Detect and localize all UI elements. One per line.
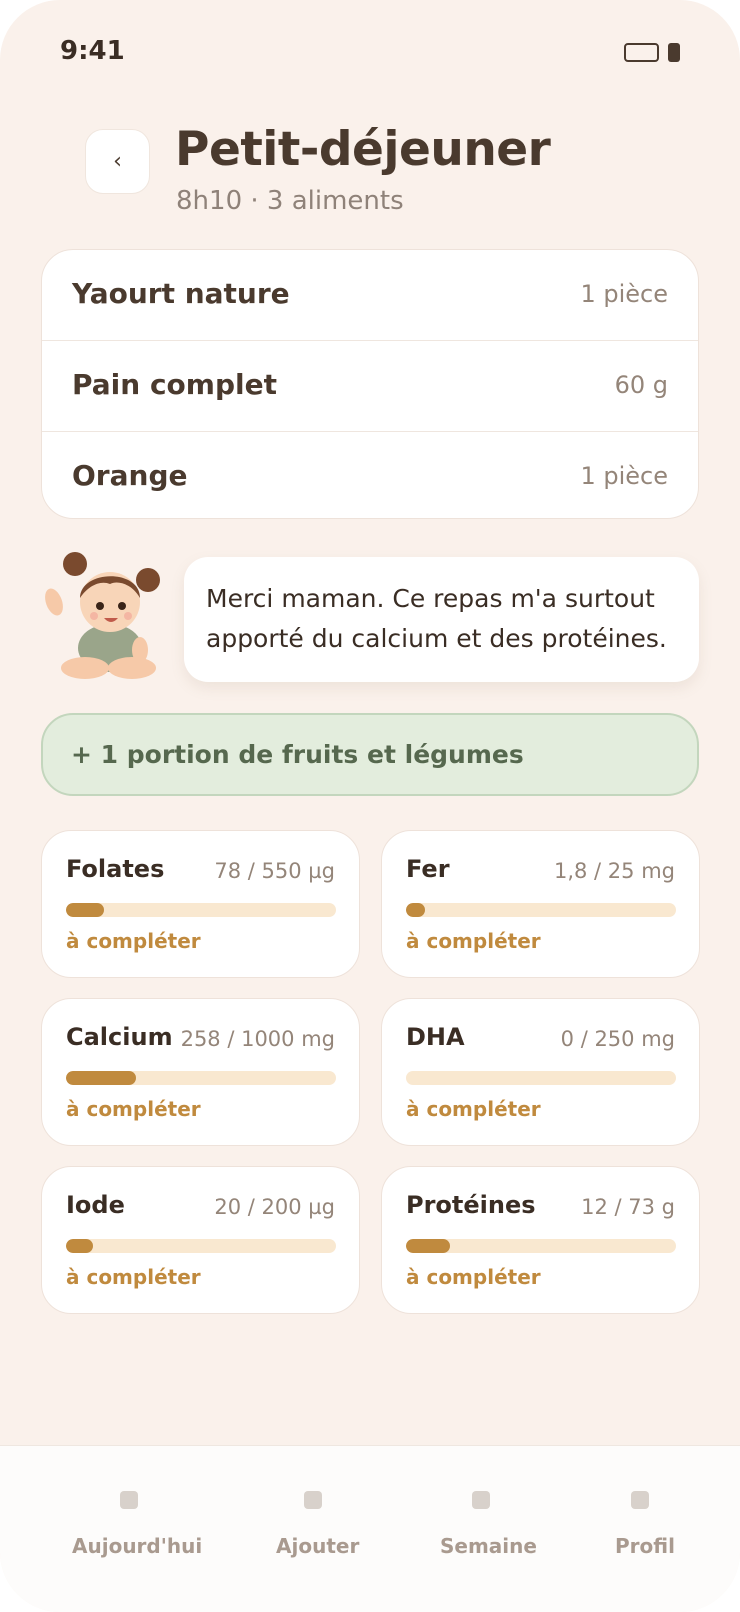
nutrient-progress-fill [66,1071,136,1085]
nav-today[interactable]: Aujourd'hui [60,1446,203,1612]
nutrient-status: à compléter [66,1097,201,1121]
nutrient-card-iode[interactable]: Iode 20 / 200 µg à compléter [41,1166,360,1314]
status-bar: 9:41 [0,0,740,100]
nutrient-progress-bar [66,1239,336,1253]
nutrient-progress-bar [406,903,676,917]
nutrient-value: 12 / 73 g [581,1195,675,1219]
nutrient-name: Protéines [406,1191,536,1219]
nutrient-name: Calcium [66,1023,173,1051]
nutrient-status: à compléter [406,1265,541,1289]
food-name: Orange [72,459,188,492]
nutrient-progress-bar [66,903,336,917]
nutrient-progress-fill [66,1239,93,1253]
back-button[interactable]: ‹ [85,129,150,194]
nutrient-value: 20 / 200 µg [214,1195,335,1219]
nav-label: Ajouter [276,1534,360,1558]
nutrient-status: à compléter [66,929,201,953]
food-item[interactable]: Orange 1 pièce [42,432,698,518]
nutrient-card-dha[interactable]: DHA 0 / 250 mg à compléter [381,998,700,1146]
battery-icon [624,43,659,62]
baby-mascot-illustration [45,552,160,679]
fruit-veg-banner: + 1 portion de fruits et légumes [41,713,699,796]
nav-add[interactable]: Ajouter [262,1446,372,1612]
nutrient-progress-fill [66,903,105,917]
nav-label: Profil [615,1534,675,1558]
nav-label: Aujourd'hui [72,1534,203,1558]
nutrient-value: 1,8 / 25 mg [553,859,675,883]
nutrient-value: 78 / 550 µg [214,859,335,883]
food-quantity: 1 pièce [580,462,668,490]
profile-icon [631,1491,649,1509]
food-list: Yaourt nature 1 pièce Pain complet 60 g … [41,249,699,519]
nutrient-name: DHA [406,1023,465,1051]
status-time: 9:41 [60,36,125,66]
nutrient-name: Iode [66,1191,125,1219]
nutrient-progress-fill [406,1239,451,1253]
fruit-veg-text: + 1 portion de fruits et légumes [71,740,524,769]
add-icon [304,1491,322,1509]
chevron-left-icon: ‹ [113,149,122,174]
food-quantity: 1 pièce [580,280,668,308]
nutrient-progress-bar [66,1071,336,1085]
nutrient-progress-bar [406,1239,676,1253]
nutrient-name: Folates [66,855,165,883]
nav-week[interactable]: Semaine [430,1446,545,1612]
bottom-navigation: Aujourd'hui Ajouter Semaine Profil [0,1445,740,1612]
nutrient-value: 0 / 250 mg [560,1027,675,1051]
food-item[interactable]: Yaourt nature 1 pièce [42,250,698,341]
nutrient-card-fer[interactable]: Fer 1,8 / 25 mg à compléter [381,830,700,978]
nutrient-progress-bar [406,1071,676,1085]
nutrient-grid: Folates 78 / 550 µg à compléter Fer 1,8 … [41,830,700,1315]
nutrient-card-folates[interactable]: Folates 78 / 550 µg à compléter [41,830,360,978]
food-item[interactable]: Pain complet 60 g [42,341,698,432]
food-name: Yaourt nature [72,277,290,310]
today-icon [120,1491,138,1509]
page-subtitle: 8h10 · 3 aliments [176,186,404,216]
nutrient-status: à compléter [406,1097,541,1121]
week-icon [472,1491,490,1509]
mascot-message-bubble: Merci maman. Ce repas m'a surtout apport… [184,557,699,682]
nutrient-progress-fill [406,903,426,917]
phone-screen: 9:41 ‹ Petit-déjeuner 8h10 · 3 aliments … [0,0,740,1612]
nutrient-name: Fer [406,855,450,883]
food-name: Pain complet [72,368,277,401]
signal-icon [668,43,680,62]
nav-profile[interactable]: Profil [605,1446,680,1612]
nav-label: Semaine [440,1534,537,1558]
nutrient-card-proteines[interactable]: Protéines 12 / 73 g à compléter [381,1166,700,1314]
food-quantity: 60 g [614,371,668,399]
nutrient-value: 258 / 1000 mg [180,1027,335,1051]
nutrient-status: à compléter [406,929,541,953]
page-title: Petit-déjeuner [175,122,551,177]
nutrient-card-calcium[interactable]: Calcium 258 / 1000 mg à compléter [41,998,360,1146]
nutrient-status: à compléter [66,1265,201,1289]
